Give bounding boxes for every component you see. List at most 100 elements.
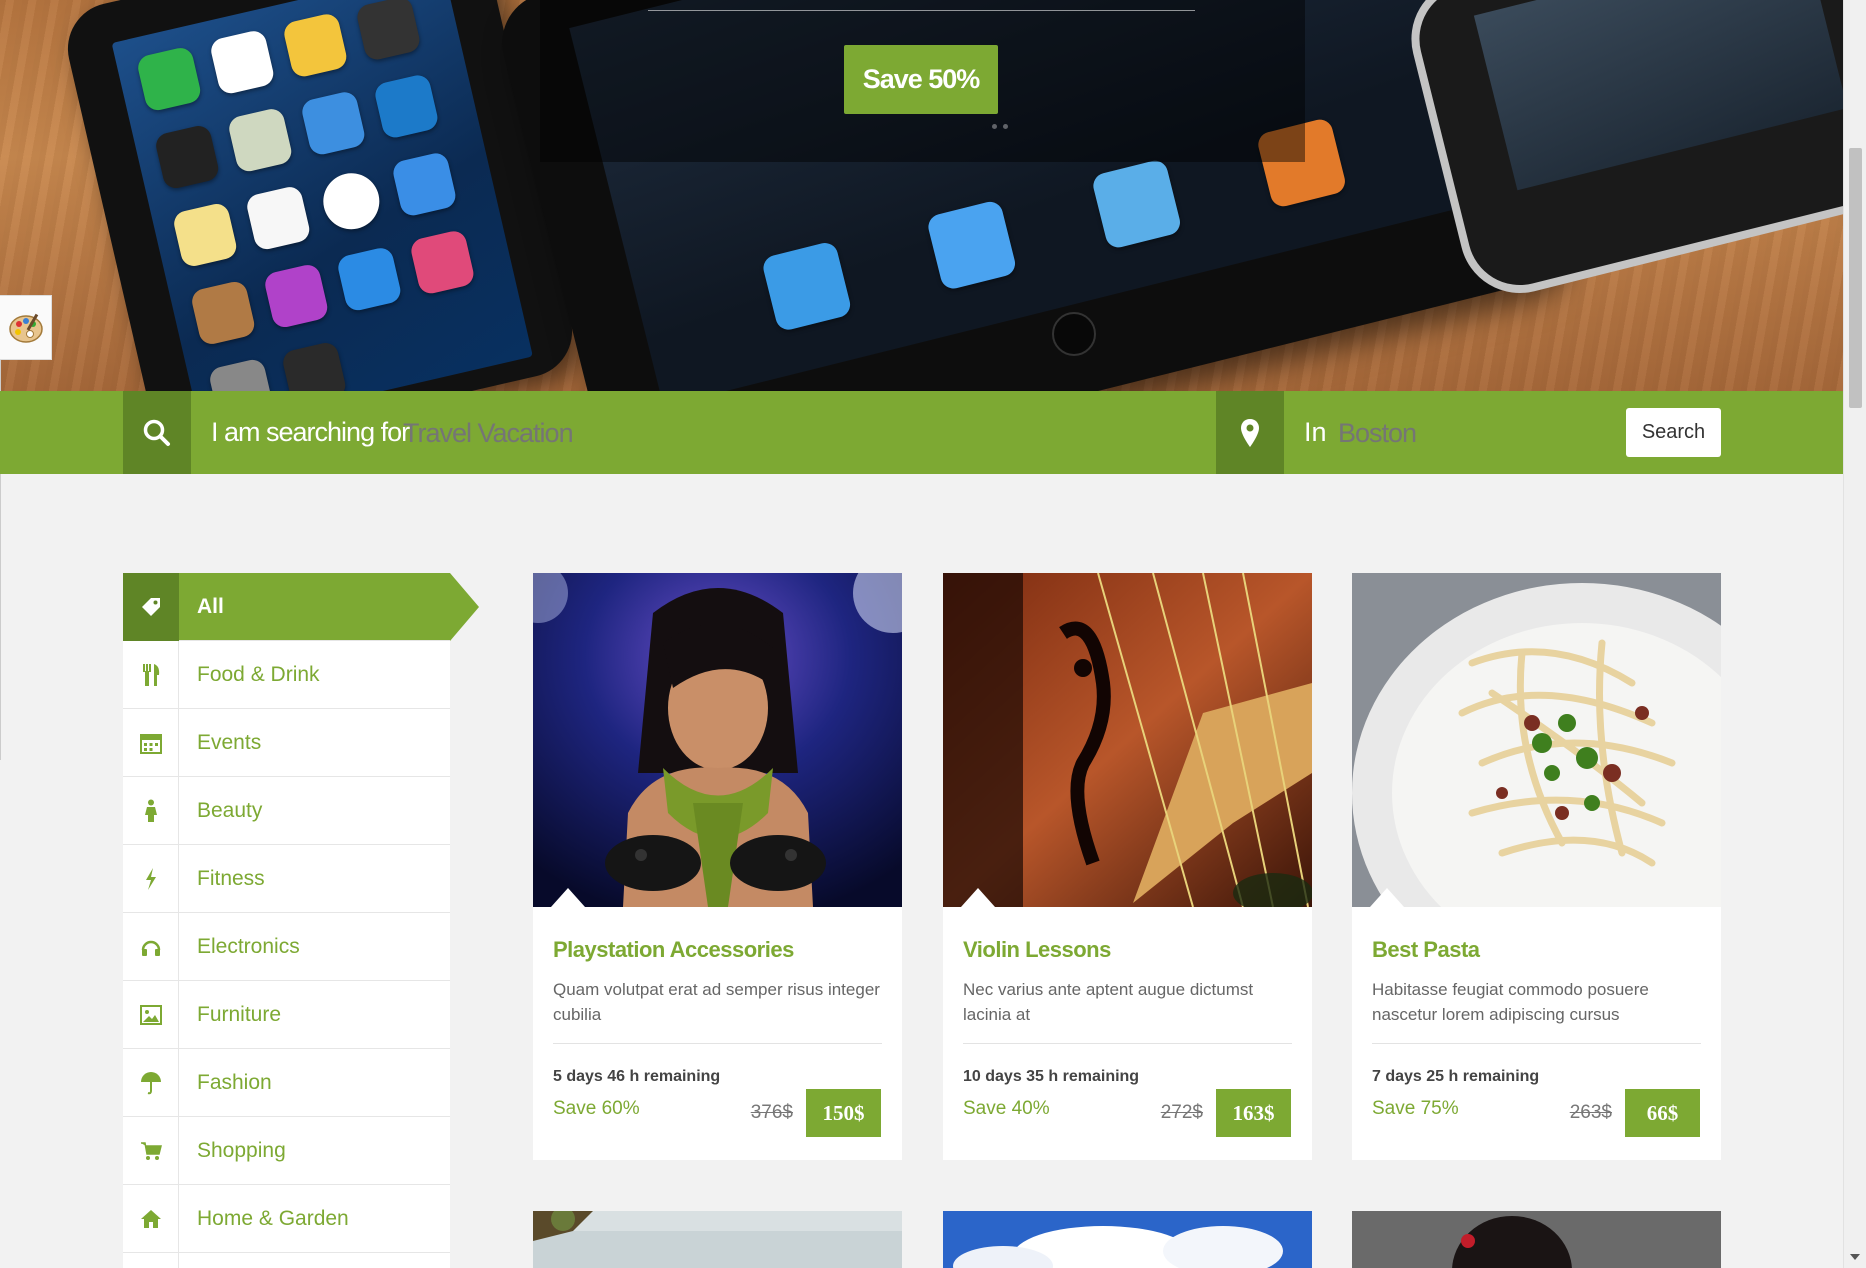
safari-app-icon	[760, 240, 853, 333]
deal-divider	[963, 1043, 1292, 1044]
vertical-scrollbar[interactable]	[1843, 0, 1866, 1268]
itunes-app-icon	[262, 262, 330, 330]
deal-image[interactable]	[943, 573, 1312, 907]
deal-card[interactable]: Playstation Accessories Quam volutpat er…	[533, 573, 902, 1160]
bolt-icon	[123, 844, 179, 913]
deal-save: Save 75%	[1372, 1098, 1459, 1119]
deal-divider	[1372, 1043, 1701, 1044]
utensils-icon	[123, 640, 179, 709]
deal-description: Nec varius ante aptent augue dictumst la…	[963, 980, 1254, 1024]
category-label: All	[197, 594, 224, 618]
scrollbar-thumb[interactable]	[1849, 148, 1862, 408]
deal-description: Habitasse feugiat commodo posuere nascet…	[1372, 980, 1649, 1024]
category-label: Fitness	[197, 866, 265, 890]
location-input[interactable]	[1338, 411, 1608, 455]
category-label: Shopping	[197, 1138, 286, 1162]
deal-old-price: 263$	[1569, 1102, 1612, 1123]
deal-remaining: 5 days 46 h remaining	[553, 1068, 721, 1085]
deal-card[interactable]: Violin Lessons Nec varius ante aptent au…	[943, 573, 1312, 1160]
photos-app-icon	[281, 11, 349, 79]
deal-save: Save 60%	[553, 1098, 640, 1119]
deal-remaining: 10 days 35 h remaining	[963, 1068, 1140, 1085]
deal-description: Quam volutpat erat ad semper risus integ…	[553, 980, 880, 1024]
category-shopping[interactable]: Shopping	[123, 1116, 450, 1185]
deal-card-image-partial[interactable]	[1352, 1211, 1721, 1268]
deal-card-image-partial[interactable]	[533, 1211, 902, 1268]
deal-title[interactable]: Best Pasta	[1372, 937, 1701, 963]
search-button[interactable]: Search	[1626, 408, 1721, 457]
deal-card-image-partial[interactable]	[943, 1211, 1312, 1268]
home-icon	[123, 1184, 179, 1253]
category-label: Beauty	[197, 798, 263, 822]
hero-banner: Save 50%	[0, 0, 1843, 391]
tablet-home-button	[1052, 312, 1096, 356]
style-switcher-button[interactable]	[0, 295, 52, 360]
map-marker-icon	[1241, 418, 1259, 447]
category-food-drink[interactable]: Food & Drink	[123, 640, 450, 709]
search-query-input[interactable]	[403, 411, 1183, 455]
headphones-icon	[123, 912, 179, 981]
settings-app-icon	[207, 357, 275, 391]
category-label: Events	[197, 730, 262, 754]
category-label: Electronics	[197, 934, 300, 958]
videos-tablet-app-icon	[1090, 158, 1183, 251]
category-beauty[interactable]: Beauty	[123, 776, 450, 845]
category-furniture[interactable]: Furniture	[123, 980, 450, 1049]
calendar-icon	[123, 708, 179, 777]
category-home-garden[interactable]: Home & Garden	[123, 1184, 450, 1253]
deal-price-button[interactable]: 150$	[806, 1089, 881, 1137]
deal-price-button[interactable]: 66$	[1625, 1089, 1700, 1137]
maps-app-icon	[226, 106, 294, 174]
location-label: In	[1304, 417, 1327, 447]
search-icon	[143, 419, 170, 446]
category-more-partial[interactable]	[123, 1253, 450, 1268]
search-label: I am searching for	[211, 417, 410, 447]
deal-title[interactable]: Playstation Accessories	[553, 937, 882, 963]
deal-price-button[interactable]: 163$	[1216, 1089, 1291, 1137]
category-label: Furniture	[197, 1002, 282, 1026]
cart-icon	[123, 1116, 179, 1185]
hero-phone-image	[58, 0, 582, 391]
deal-remaining: 7 days 25 h remaining	[1372, 1068, 1540, 1085]
deal-divider	[553, 1043, 882, 1044]
category-electronics[interactable]: Electronics	[123, 912, 450, 981]
deal-title[interactable]: Violin Lessons	[963, 937, 1292, 963]
slider-dots[interactable]	[992, 124, 1008, 129]
deal-image[interactable]	[533, 573, 902, 907]
calendar-app-icon	[208, 28, 276, 96]
category-label: Food & Drink	[197, 662, 320, 686]
clock-app-icon	[317, 167, 385, 235]
tag-icon	[123, 572, 179, 641]
search-icon-box	[123, 391, 191, 474]
videos-app-icon	[153, 123, 221, 191]
category-label: Fashion	[197, 1070, 272, 1094]
category-fitness[interactable]: Fitness	[123, 844, 450, 913]
deal-card[interactable]: Best Pasta Habitasse feugiat commodo pos…	[1352, 573, 1721, 1160]
newsstand-app-icon	[189, 279, 257, 347]
stocks-app-icon	[390, 150, 458, 218]
deal-image[interactable]	[1352, 573, 1721, 907]
palette-icon	[8, 313, 43, 343]
deal-old-price: 376$	[750, 1102, 793, 1123]
reminders-app-icon	[244, 184, 312, 252]
game-center-app-icon	[408, 228, 476, 296]
category-label: Home & Garden	[197, 1206, 349, 1230]
camera-app-icon	[354, 0, 422, 63]
hero-divider	[648, 10, 1195, 11]
person-icon	[123, 776, 179, 845]
picture-icon	[123, 980, 179, 1049]
passbook-app-icon	[372, 72, 440, 141]
deal-save: Save 40%	[963, 1098, 1050, 1119]
category-fashion[interactable]: Fashion	[123, 1048, 450, 1117]
mail-app-icon	[925, 199, 1018, 292]
save-50-button[interactable]: Save 50%	[844, 45, 998, 114]
category-all[interactable]: All	[123, 572, 479, 641]
scroll-down-icon[interactable]	[1850, 1254, 1860, 1260]
umbrella-icon	[123, 1048, 179, 1117]
notes-app-icon	[171, 201, 239, 269]
deal-old-price: 272$	[1160, 1102, 1203, 1123]
utilities-app-icon	[280, 340, 348, 391]
category-sidebar: All Food & Drink Events Beauty Fitness E…	[123, 572, 479, 1268]
category-events[interactable]: Events	[123, 708, 450, 777]
weather-app-icon	[299, 89, 367, 157]
